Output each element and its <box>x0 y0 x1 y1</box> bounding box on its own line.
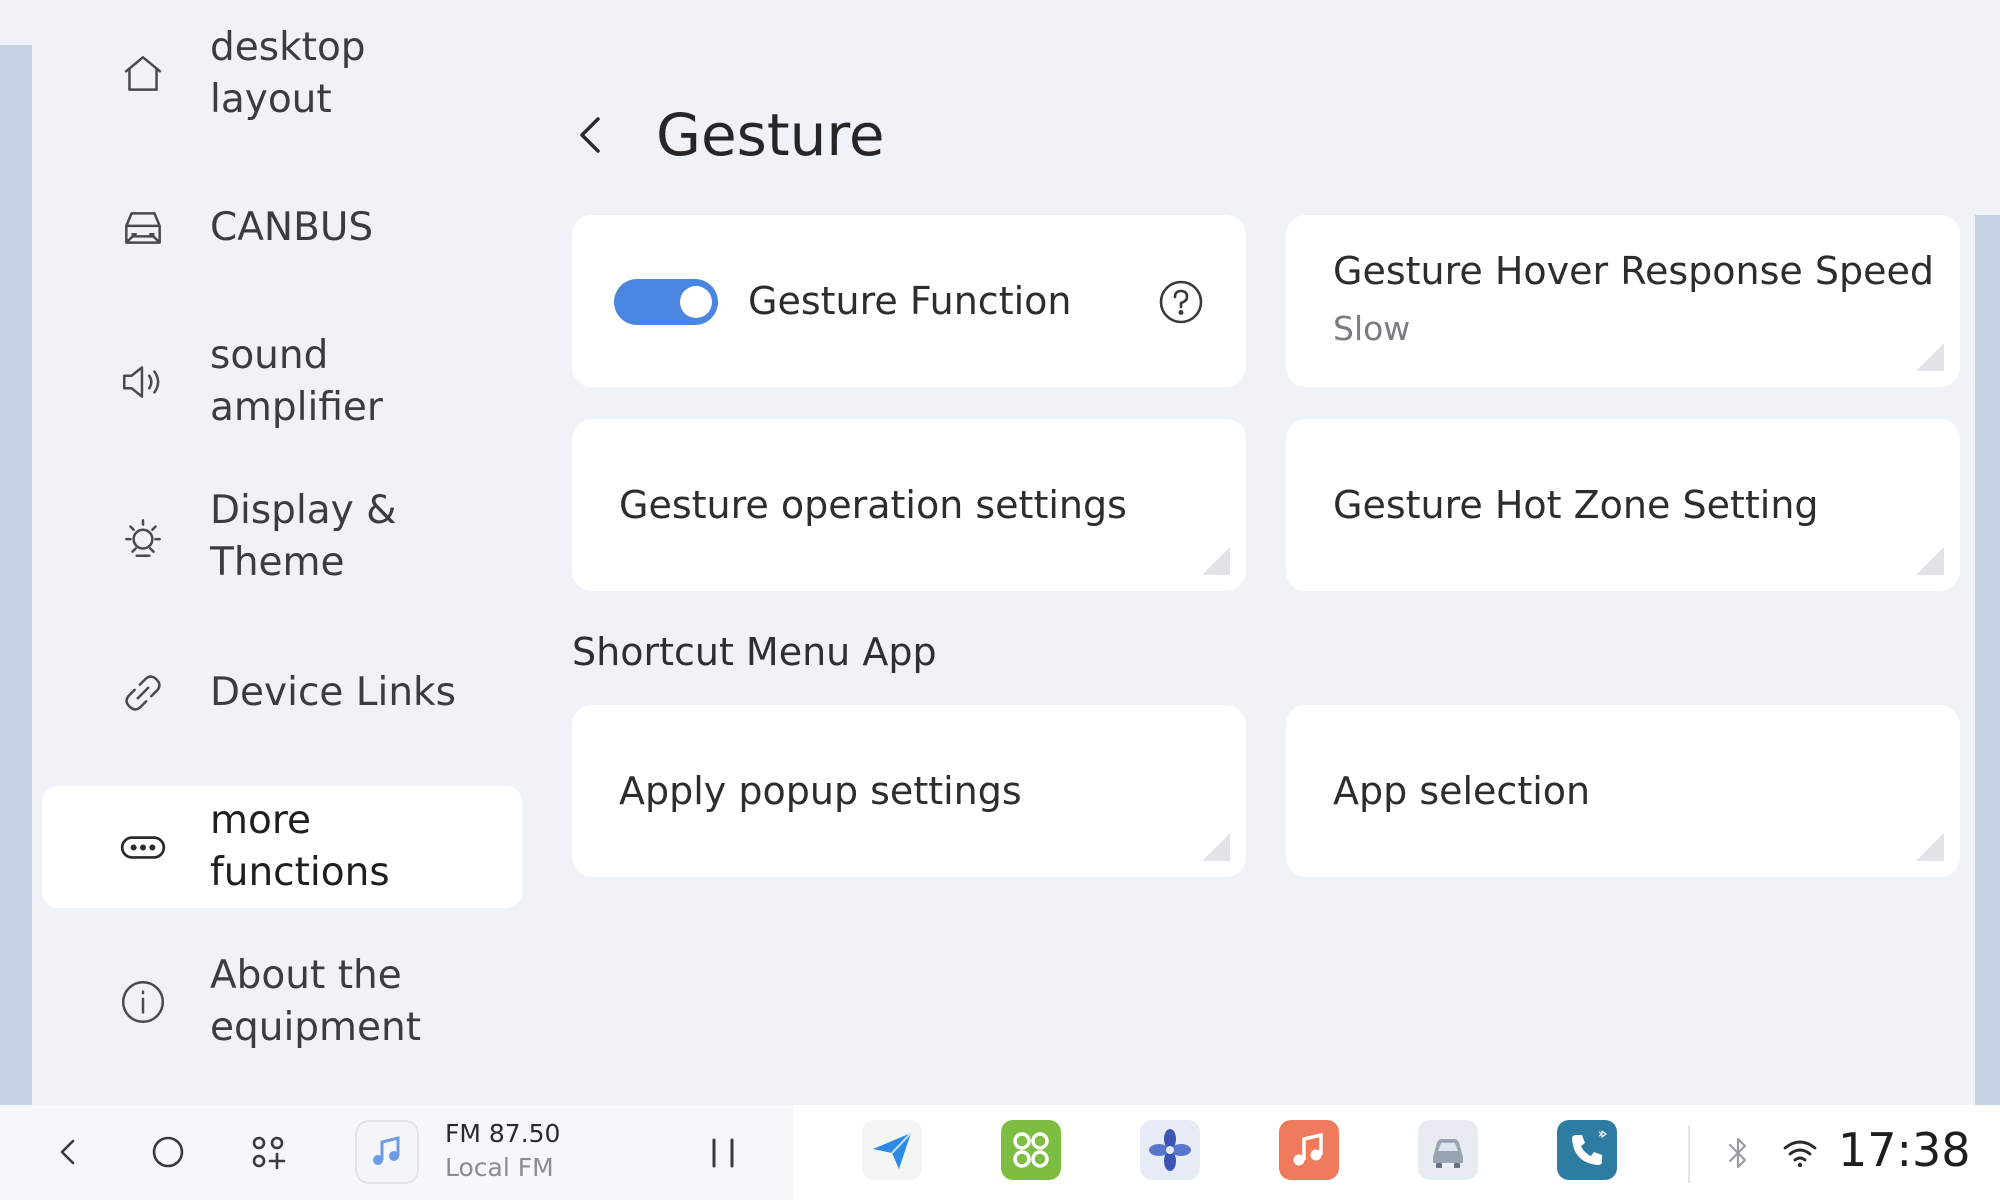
apply-popup-settings-card[interactable]: Apply popup settings <box>572 705 1246 877</box>
wifi-icon[interactable] <box>1780 1133 1820 1173</box>
nav-apps-icon[interactable] <box>241 1125 295 1179</box>
help-question-icon[interactable] <box>1158 279 1204 325</box>
taskbar-divider <box>1688 1125 1690 1183</box>
car-icon <box>116 201 170 255</box>
nav-home-icon[interactable] <box>141 1125 195 1179</box>
sidebar-item-sound-amplifier[interactable]: sound amplifier <box>42 322 522 442</box>
navigation-app-icon[interactable] <box>862 1120 922 1180</box>
sidebar-item-label: Display & Theme <box>210 488 397 585</box>
sidebar: desktop layout CANBUS sound amplifier Disp… <box>42 0 522 1105</box>
sidebar-item-desktop-layout[interactable]: desktop layout <box>42 14 522 134</box>
phone-app-icon[interactable] <box>1557 1120 1617 1180</box>
right-edge-strip <box>1975 215 2000 1105</box>
taskbar: FM 87.50 Local FM 17:38 <box>0 1105 2000 1200</box>
sidebar-item-label: more functions <box>210 798 390 895</box>
hover-speed-label: Gesture Hover Response Speed <box>1333 249 1934 293</box>
sidebar-item-label: CANBUS <box>210 205 374 250</box>
page-title: Gesture <box>656 101 885 169</box>
apps-grid-app-icon[interactable] <box>1001 1120 1061 1180</box>
music-note-icon[interactable] <box>355 1120 419 1184</box>
sidebar-item-label: Device Links <box>210 670 456 715</box>
corner-indicator-icon <box>1916 833 1944 861</box>
bluetooth-icon[interactable] <box>1718 1133 1758 1173</box>
app-selection-label: App selection <box>1333 769 1591 813</box>
gesture-hot-zone-label: Gesture Hot Zone Setting <box>1333 483 1819 527</box>
link-icon <box>116 666 170 720</box>
gesture-function-toggle[interactable] <box>614 279 718 325</box>
pause-icon[interactable] <box>700 1130 746 1176</box>
hover-speed-value: Slow <box>1333 309 1411 348</box>
gesture-function-card: Gesture Function <box>572 215 1246 387</box>
sidebar-item-display-theme[interactable]: Display & Theme <box>42 477 522 597</box>
more-icon <box>116 820 170 874</box>
shortcut-menu-section-title: Shortcut Menu App <box>572 630 937 674</box>
corner-indicator-icon <box>1202 547 1230 575</box>
toggle-knob <box>680 286 712 318</box>
hover-speed-card[interactable]: Gesture Hover Response Speed Slow <box>1286 215 1960 387</box>
gesture-operation-settings-card[interactable]: Gesture operation settings <box>572 419 1246 591</box>
home-icon <box>116 47 170 101</box>
sidebar-item-canbus[interactable]: CANBUS <box>42 178 522 278</box>
gesture-operation-settings-label: Gesture operation settings <box>619 483 1127 527</box>
radio-source: Local FM <box>445 1153 554 1182</box>
corner-indicator-icon <box>1916 343 1944 371</box>
gesture-hot-zone-card[interactable]: Gesture Hot Zone Setting <box>1286 419 1960 591</box>
back-arrow-icon[interactable] <box>572 105 616 165</box>
app-selection-card[interactable]: App selection <box>1286 705 1960 877</box>
corner-indicator-icon <box>1916 547 1944 575</box>
apply-popup-settings-label: Apply popup settings <box>619 769 1022 813</box>
gesture-function-label: Gesture Function <box>748 279 1072 323</box>
radio-frequency: FM 87.50 <box>445 1119 561 1148</box>
clock: 17:38 <box>1838 1123 1971 1177</box>
sidebar-item-label: desktop layout <box>210 25 366 122</box>
sun-icon <box>116 510 170 564</box>
nav-back-icon[interactable] <box>41 1125 95 1179</box>
speaker-icon <box>116 355 170 409</box>
info-icon <box>116 975 170 1029</box>
fan-app-icon[interactable] <box>1140 1120 1200 1180</box>
left-edge-strip <box>0 45 32 1105</box>
page-header: Gesture <box>572 95 885 175</box>
sidebar-item-device-links[interactable]: Device Links <box>42 643 522 743</box>
sidebar-item-label: About the equipment <box>210 953 422 1050</box>
corner-indicator-icon <box>1202 833 1230 861</box>
sidebar-item-label: sound amplifier <box>210 333 383 430</box>
music-app-icon[interactable] <box>1279 1120 1339 1180</box>
sidebar-item-more-functions[interactable]: more functions <box>42 786 522 908</box>
car-app-icon[interactable] <box>1418 1120 1478 1180</box>
sidebar-item-about-equipment[interactable]: About the equipment <box>42 942 522 1062</box>
